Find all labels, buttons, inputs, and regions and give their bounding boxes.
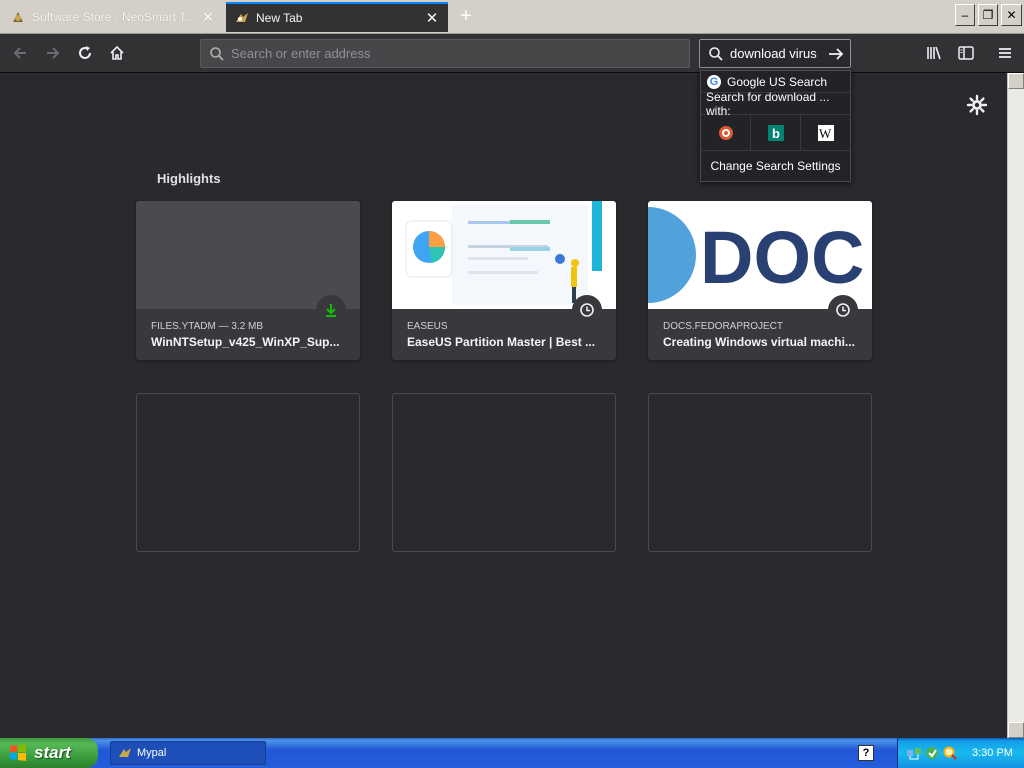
card-title: EaseUS Partition Master | Best ... (407, 335, 596, 349)
close-tab-icon[interactable]: ✕ (200, 9, 216, 25)
highlights-heading: Highlights (157, 171, 221, 186)
clock-icon (828, 295, 858, 325)
highlight-card[interactable]: FILES.YTADM — 3.2 MB WinNTSetup_v425_Win… (136, 201, 360, 360)
search-go-arrow-icon[interactable] (827, 45, 845, 63)
empty-placeholder-card (648, 393, 872, 552)
scroll-down-button[interactable] (1008, 722, 1024, 738)
reload-icon (79, 46, 91, 59)
back-arrow-icon (13, 47, 26, 59)
minimize-button[interactable]: – (955, 4, 975, 26)
wikipedia-engine-button[interactable]: W (801, 115, 850, 150)
search-suggestions-popup: G Google US Search Search for download .… (700, 70, 851, 182)
address-input[interactable] (231, 46, 671, 61)
vertical-scrollbar[interactable] (1007, 73, 1024, 738)
search-tray-icon[interactable] (942, 745, 958, 761)
tab-new-tab[interactable]: New Tab ✕ (226, 2, 448, 32)
card-source: EASEUS (407, 321, 448, 332)
clock-icon (572, 295, 602, 325)
card-thumb-text: DOC (700, 216, 864, 299)
help-icon[interactable]: ? (858, 745, 874, 761)
clock[interactable]: 3:30 PM (972, 747, 1013, 759)
google-search-label: Google US Search (727, 74, 828, 89)
scroll-up-button[interactable] (1008, 73, 1024, 89)
empty-placeholder-card (392, 393, 616, 552)
search-bar[interactable]: download virus (699, 39, 851, 68)
card-title: Creating Windows virtual machi... (663, 335, 855, 349)
empty-placeholder-card (136, 393, 360, 552)
back-button[interactable] (7, 40, 33, 66)
highlight-card[interactable]: DOC DOCS.FEDORAPROJECT Creating Windows … (648, 201, 872, 360)
restore-button[interactable]: ❐ (978, 4, 998, 26)
google-icon: G (707, 74, 721, 89)
tab-software-store[interactable]: Software Store - NeoSmart Techno ✕ (2, 2, 224, 32)
tab-title: Software Store - NeoSmart Techno (32, 10, 200, 24)
address-bar[interactable] (200, 39, 690, 68)
close-window-button[interactable]: ✕ (1001, 4, 1022, 26)
windows-logo-icon (10, 744, 26, 761)
hamburger-menu-icon (999, 48, 1011, 58)
highlight-card[interactable]: EASEUS EaseUS Partition Master | Best ..… (392, 201, 616, 360)
sidebar-icon (958, 46, 974, 60)
start-label: start (34, 743, 71, 762)
taskbar-item-mypal[interactable]: Mypal (110, 741, 266, 765)
menu-button[interactable] (992, 40, 1018, 66)
gear-icon (966, 94, 988, 116)
forward-button[interactable] (40, 40, 66, 66)
tray-app-icon[interactable] (924, 745, 940, 761)
reload-button[interactable] (72, 40, 98, 66)
download-icon (316, 295, 346, 325)
card-thumbnail (136, 201, 360, 309)
svg-text:b: b (772, 126, 780, 141)
forward-arrow-icon (47, 47, 60, 59)
search-engine-row: b W (701, 115, 850, 151)
library-button[interactable] (921, 40, 947, 66)
search-icon (709, 46, 723, 61)
duckduckgo-icon (718, 125, 733, 140)
mypal-icon (117, 745, 133, 761)
navigation-toolbar: download virus (0, 34, 1024, 73)
card-source: DOCS.FEDORAPROJECT (663, 321, 784, 332)
card-thumbnail (392, 201, 616, 309)
bing-engine-button[interactable]: b (751, 115, 801, 150)
change-search-settings-button[interactable]: Change Search Settings (701, 151, 850, 181)
wikipedia-icon: W (817, 124, 834, 141)
taskbar-item-label: Mypal (137, 747, 167, 759)
taskbar: start Mypal ? 3:30 PM (0, 738, 1024, 768)
search-input[interactable]: download virus (730, 46, 820, 61)
title-bar: Software Store - NeoSmart Techno ✕ New T… (0, 0, 1024, 34)
system-tray: 3:30 PM (897, 738, 1024, 768)
duckduckgo-engine-button[interactable] (701, 115, 751, 150)
search-with-header: Search for download ... with: (701, 90, 850, 118)
sidebar-button[interactable] (953, 40, 979, 66)
page-settings-button[interactable] (966, 94, 988, 116)
card-thumbnail: DOC (648, 201, 872, 309)
home-button[interactable] (104, 40, 130, 66)
bing-icon: b (767, 124, 784, 141)
card-source: FILES.YTADM — 3.2 MB (151, 321, 264, 332)
tab-title: New Tab (256, 11, 303, 25)
mypal-favicon-icon (234, 10, 250, 26)
close-tab-icon[interactable]: ✕ (424, 10, 440, 26)
card-title: WinNTSetup_v425_WinXP_Sup... (151, 335, 340, 349)
search-icon (210, 46, 224, 61)
mypal-favicon-icon (10, 9, 26, 25)
library-icon (927, 46, 941, 60)
new-tab-button[interactable]: + (456, 6, 476, 26)
start-button[interactable]: start (0, 738, 98, 768)
network-icon[interactable] (906, 745, 922, 761)
home-icon (110, 45, 124, 60)
svg-text:W: W (819, 126, 832, 141)
